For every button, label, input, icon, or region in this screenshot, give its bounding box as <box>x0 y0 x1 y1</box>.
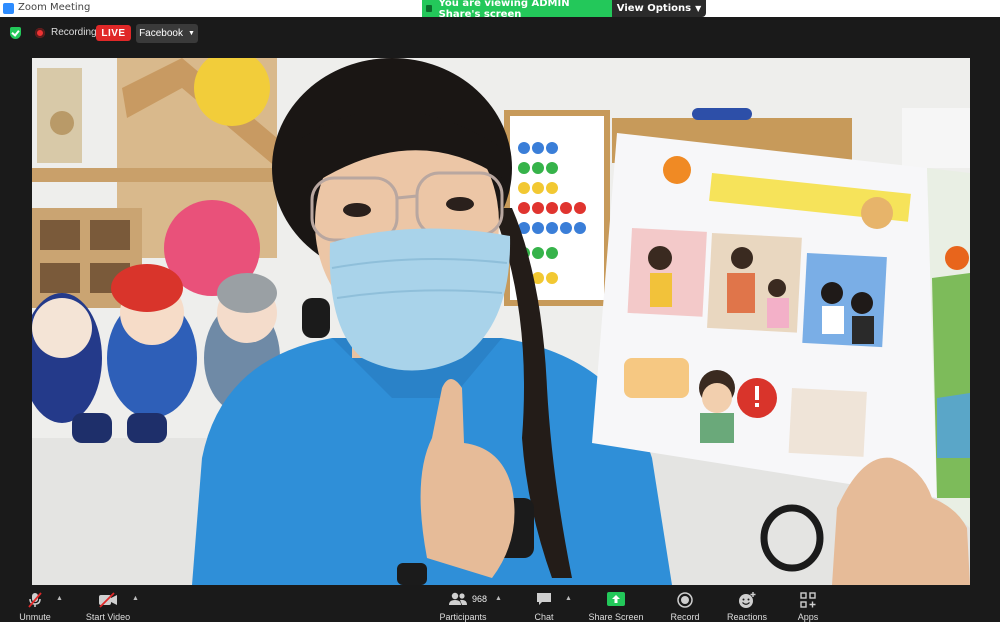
meeting-status-row: Recording LIVE Facebook ▼ <box>0 17 1000 57</box>
participants-icon <box>449 592 467 605</box>
record-label: Record <box>670 612 700 622</box>
unmute-label: Unmute <box>19 612 51 622</box>
view-options-label: View Options <box>616 3 692 14</box>
unmute-button[interactable]: Unmute <box>14 586 56 622</box>
live-badge[interactable]: LIVE <box>96 25 131 41</box>
screen-share-bar: You are viewing ADMIN Share's screen Vie… <box>422 0 706 20</box>
caret-down-icon: ▼ <box>187 30 195 37</box>
apps-label: Apps <box>797 612 819 622</box>
participants-options-caret-icon[interactable]: ▲ <box>495 595 502 602</box>
zoom-app-icon <box>3 3 14 14</box>
recording-icon <box>35 28 45 38</box>
start-video-label: Start Video <box>85 612 131 622</box>
video-frame <box>32 58 970 585</box>
participant-count: 968 <box>472 594 488 604</box>
reactions-emoji-icon <box>739 592 756 608</box>
apps-button[interactable]: Apps <box>790 586 826 622</box>
reactions-button[interactable]: Reactions <box>722 586 772 622</box>
meeting-toolbar: Unmute ▲ Start Video ▲ 968 Participants … <box>0 586 1000 622</box>
view-options-button[interactable]: View Options ▼ <box>612 0 706 17</box>
livestream-platform-button[interactable]: Facebook ▼ <box>136 24 198 43</box>
recording-label: Recording <box>51 27 97 38</box>
participants-button[interactable]: 968 Participants <box>432 586 494 622</box>
chat-button[interactable]: Chat <box>528 586 560 622</box>
video-camera-off-icon <box>99 592 117 608</box>
share-screen-icon <box>607 592 625 606</box>
record-button[interactable]: Record <box>664 586 706 622</box>
chat-label: Chat <box>534 612 554 622</box>
chat-options-caret-icon[interactable]: ▲ <box>565 595 572 602</box>
shared-screen-video <box>32 58 970 585</box>
chat-bubble-icon <box>537 593 551 605</box>
apps-grid-icon <box>800 592 816 608</box>
window-title: Zoom Meeting <box>18 2 91 13</box>
share-status: You are viewing ADMIN Share's screen <box>422 0 612 20</box>
microphone-muted-icon <box>28 592 42 608</box>
record-icon <box>677 592 693 608</box>
platform-label: Facebook <box>139 28 183 39</box>
chevron-down-icon: ▼ <box>695 4 702 13</box>
share-screen-button[interactable]: Share Screen <box>586 586 646 622</box>
video-options-caret-icon[interactable]: ▲ <box>132 595 139 602</box>
start-video-button[interactable]: Start Video <box>80 586 136 622</box>
share-screen-label: Share Screen <box>588 612 644 622</box>
audio-options-caret-icon[interactable]: ▲ <box>56 595 63 602</box>
participants-label: Participants <box>439 612 487 622</box>
encryption-shield-icon[interactable] <box>10 27 21 39</box>
reactions-label: Reactions <box>726 612 768 622</box>
screen-share-icon <box>426 5 432 12</box>
